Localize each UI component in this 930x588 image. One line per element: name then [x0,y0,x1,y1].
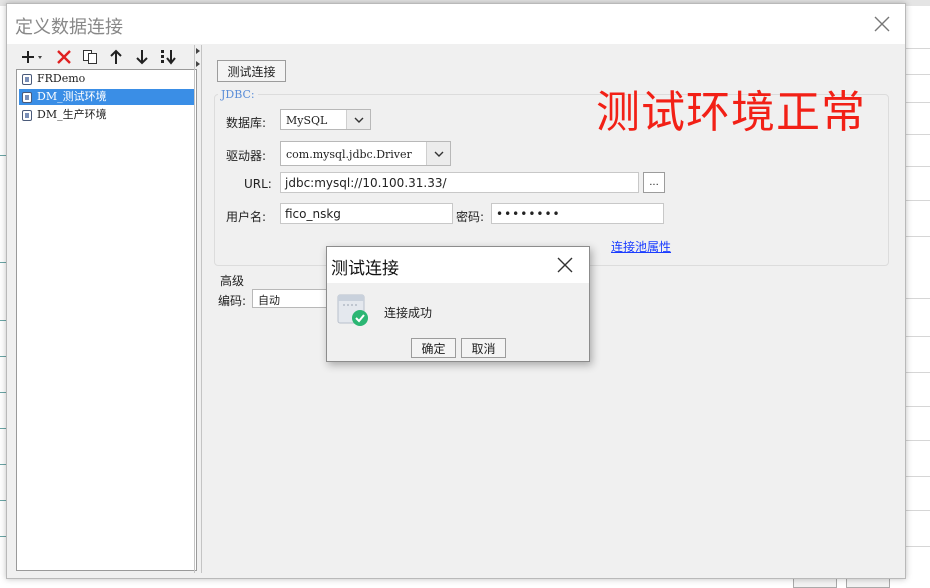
arrow-down-icon [136,50,148,65]
dialog-title: 定义数据连接 [15,17,123,38]
background-divider [906,134,930,135]
ok-button[interactable]: 确定 [411,338,456,358]
chevron-down-icon [346,110,370,129]
background-divider [906,336,930,337]
background-divider [906,510,930,511]
background-divider [906,298,930,299]
database-icon [22,74,32,85]
url-input[interactable]: jdbc:mysql://10.100.31.33/ [280,172,639,193]
modal-message: 连接成功 [384,306,433,320]
sort-icon [161,50,176,65]
arrow-up-icon [110,49,122,64]
encoding-label: 编码: [218,294,247,308]
connection-tree: FRDemo DM_测试环境 DM_生产环境 [16,69,197,571]
tree-item-label: DM_生产环境 [37,108,107,121]
username-input[interactable]: fico_nskg [280,203,453,224]
database-label: 数据库: [226,116,267,130]
background-divider [906,48,930,49]
password-input[interactable]: •••••••• [491,203,664,224]
background-divider [906,236,930,237]
background-divider [906,166,930,167]
password-label: 密码: [456,210,485,224]
background-divider [906,200,930,201]
connection-list-panel: FRDemo DM_测试环境 DM_生产环境 [14,45,201,573]
move-down-button[interactable] [132,47,152,67]
background-divider [906,406,930,407]
username-label: 用户名: [226,210,267,224]
tree-item-label: FRDemo [37,72,86,85]
background-divider [906,102,930,103]
encoding-select-value: 自动 [258,294,280,307]
background-divider [906,440,930,441]
red-x-icon [57,50,71,64]
tree-item-frdemo[interactable]: FRDemo [19,71,195,87]
driver-select-value: com.mysql.jdbc.Driver [286,148,412,161]
jdbc-legend: JDBC: [218,88,258,101]
panel-splitter[interactable] [194,45,202,573]
add-connection-button[interactable] [20,47,46,67]
annotation-text: 测试环境正常 [596,87,866,138]
collapse-arrow-icon[interactable] [196,61,200,67]
plus-dropdown-icon [22,51,42,63]
database-icon [22,110,32,121]
chevron-down-icon [426,142,450,165]
tree-item-label: DM_测试环境 [37,90,107,103]
background-divider [906,476,930,477]
connection-success-icon [337,294,368,326]
connection-toolbar [14,45,201,69]
test-connection-modal: 测试连接 连接成功 确定 取消 [326,246,590,362]
collapse-arrow-icon[interactable] [196,48,200,54]
cancel-button[interactable]: 取消 [461,338,506,358]
database-select-value: MySQL [286,114,328,127]
database-select[interactable]: MySQL [280,109,371,130]
dialog-titlebar: 定义数据连接 [7,4,905,44]
tree-item-dm-test[interactable]: DM_测试环境 [19,89,195,105]
driver-select[interactable]: com.mysql.jdbc.Driver [280,141,451,166]
background-divider [906,74,930,75]
close-icon[interactable] [873,15,891,33]
copy-icon [83,50,97,64]
encoding-select[interactable]: 自动 [252,289,326,308]
tree-item-dm-prod[interactable]: DM_生产环境 [19,107,195,123]
url-label: URL: [244,177,272,191]
sort-button[interactable] [158,47,178,67]
background-divider [906,546,930,547]
driver-label: 驱动器: [226,149,267,163]
test-connection-button[interactable]: 测试连接 [217,60,286,82]
move-up-button[interactable] [106,47,126,67]
copy-connection-button[interactable] [80,47,100,67]
url-browse-button[interactable]: ... [643,172,665,193]
advanced-label: 高级 [220,274,245,288]
modal-titlebar: 测试连接 [327,247,589,283]
database-icon [22,92,32,103]
delete-connection-button[interactable] [54,47,74,67]
close-icon[interactable] [557,257,573,273]
modal-title: 测试连接 [331,259,399,279]
background-divider [906,372,930,373]
pool-properties-link[interactable]: 连接池属性 [611,238,671,255]
